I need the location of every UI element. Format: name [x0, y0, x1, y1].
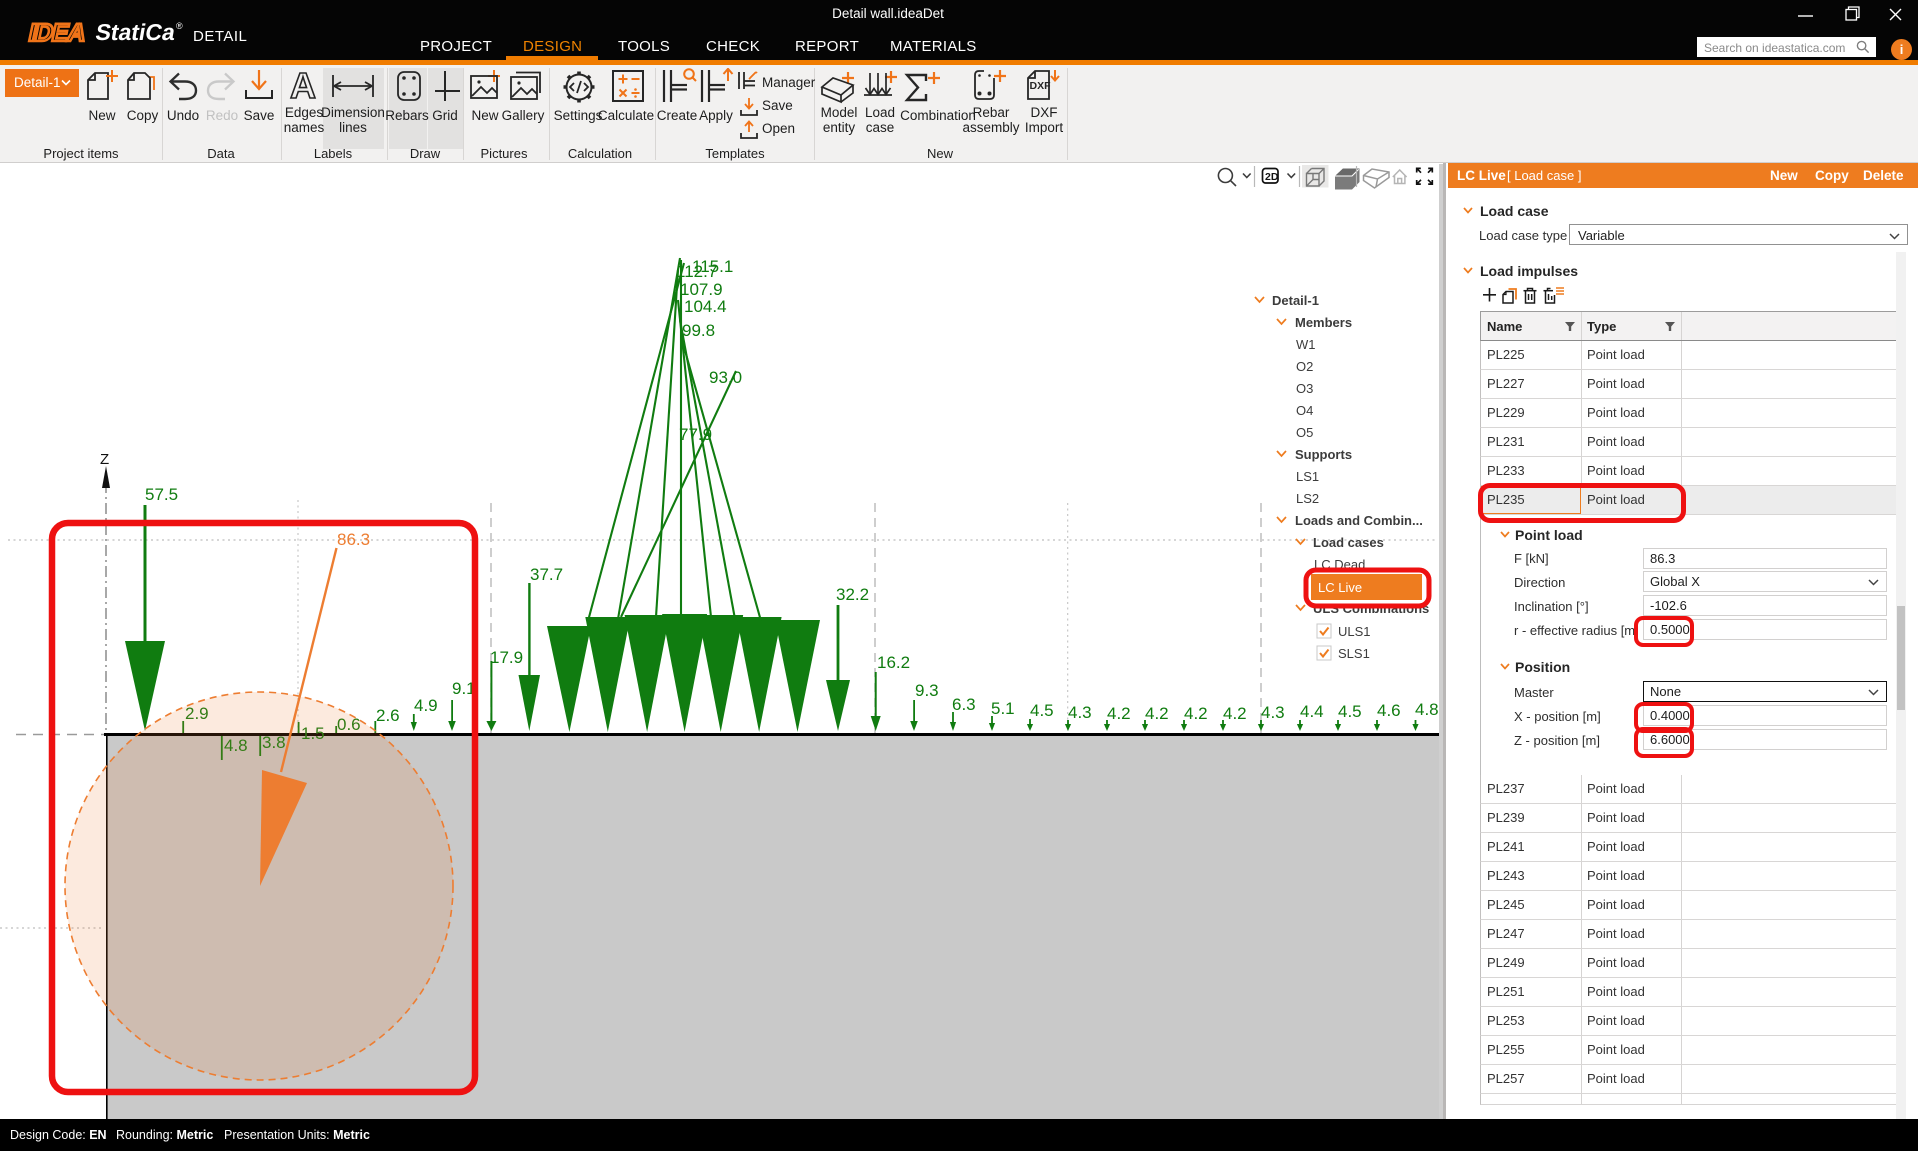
- svg-text:O4: O4: [1296, 403, 1313, 418]
- svg-text:57.5: 57.5: [145, 485, 178, 504]
- svg-text:93.0: 93.0: [709, 368, 742, 387]
- svg-text:Load cases: Load cases: [1313, 535, 1384, 550]
- svg-text:ULS1: ULS1: [1338, 624, 1371, 639]
- svg-text:2D: 2D: [1265, 171, 1279, 183]
- svg-text:Detail-1: Detail-1: [1272, 293, 1319, 308]
- svg-text:4.4: 4.4: [1300, 702, 1324, 721]
- svg-text:Members: Members: [1295, 315, 1352, 330]
- svg-text:115.1: 115.1: [692, 257, 733, 276]
- svg-text:37.7: 37.7: [530, 565, 563, 584]
- svg-text:16.2: 16.2: [877, 653, 910, 672]
- svg-text:Z: Z: [100, 451, 109, 468]
- svg-text:4.3: 4.3: [1261, 703, 1285, 722]
- svg-text:5.1: 5.1: [991, 699, 1015, 718]
- svg-text:77.9: 77.9: [679, 425, 712, 444]
- svg-text:O5: O5: [1296, 425, 1313, 440]
- svg-text:99.8: 99.8: [682, 321, 715, 340]
- svg-text:O3: O3: [1296, 381, 1313, 396]
- svg-text:4.2: 4.2: [1107, 704, 1131, 723]
- svg-text:4.3: 4.3: [1068, 703, 1092, 722]
- svg-text:4.5: 4.5: [1338, 702, 1362, 721]
- svg-text:Supports: Supports: [1295, 447, 1352, 462]
- svg-text:17.9: 17.9: [490, 648, 523, 667]
- svg-text:LS1: LS1: [1296, 469, 1319, 484]
- svg-text:LS2: LS2: [1296, 491, 1319, 506]
- svg-text:Loads and Combin...: Loads and Combin...: [1295, 513, 1423, 528]
- svg-text:O2: O2: [1296, 359, 1313, 374]
- svg-text:IDEA: IDEA: [26, 20, 88, 46]
- svg-text:32.2: 32.2: [836, 585, 869, 604]
- svg-text:4.9: 4.9: [414, 696, 438, 715]
- svg-text:2.6: 2.6: [376, 706, 400, 725]
- svg-text:9.3: 9.3: [915, 681, 939, 700]
- svg-text:86.3: 86.3: [337, 530, 370, 549]
- svg-text:W1: W1: [1296, 337, 1316, 352]
- svg-text:6.3: 6.3: [952, 695, 976, 714]
- svg-text:4.8: 4.8: [1415, 700, 1439, 719]
- svg-text:SLS1: SLS1: [1338, 646, 1370, 661]
- svg-text:DXF: DXF: [1030, 80, 1052, 92]
- svg-text:StatiCa: StatiCa: [94, 20, 179, 45]
- svg-text:A: A: [290, 69, 316, 103]
- svg-text:4.6: 4.6: [1377, 701, 1401, 720]
- svg-text:4.5: 4.5: [1030, 701, 1054, 720]
- svg-text:4.2: 4.2: [1184, 704, 1208, 723]
- svg-text:®: ®: [176, 21, 183, 31]
- svg-text:4.2: 4.2: [1145, 704, 1169, 723]
- svg-text:104.4: 104.4: [684, 297, 727, 316]
- svg-text:LC Live: LC Live: [1318, 580, 1362, 595]
- svg-text:4.2: 4.2: [1223, 704, 1247, 723]
